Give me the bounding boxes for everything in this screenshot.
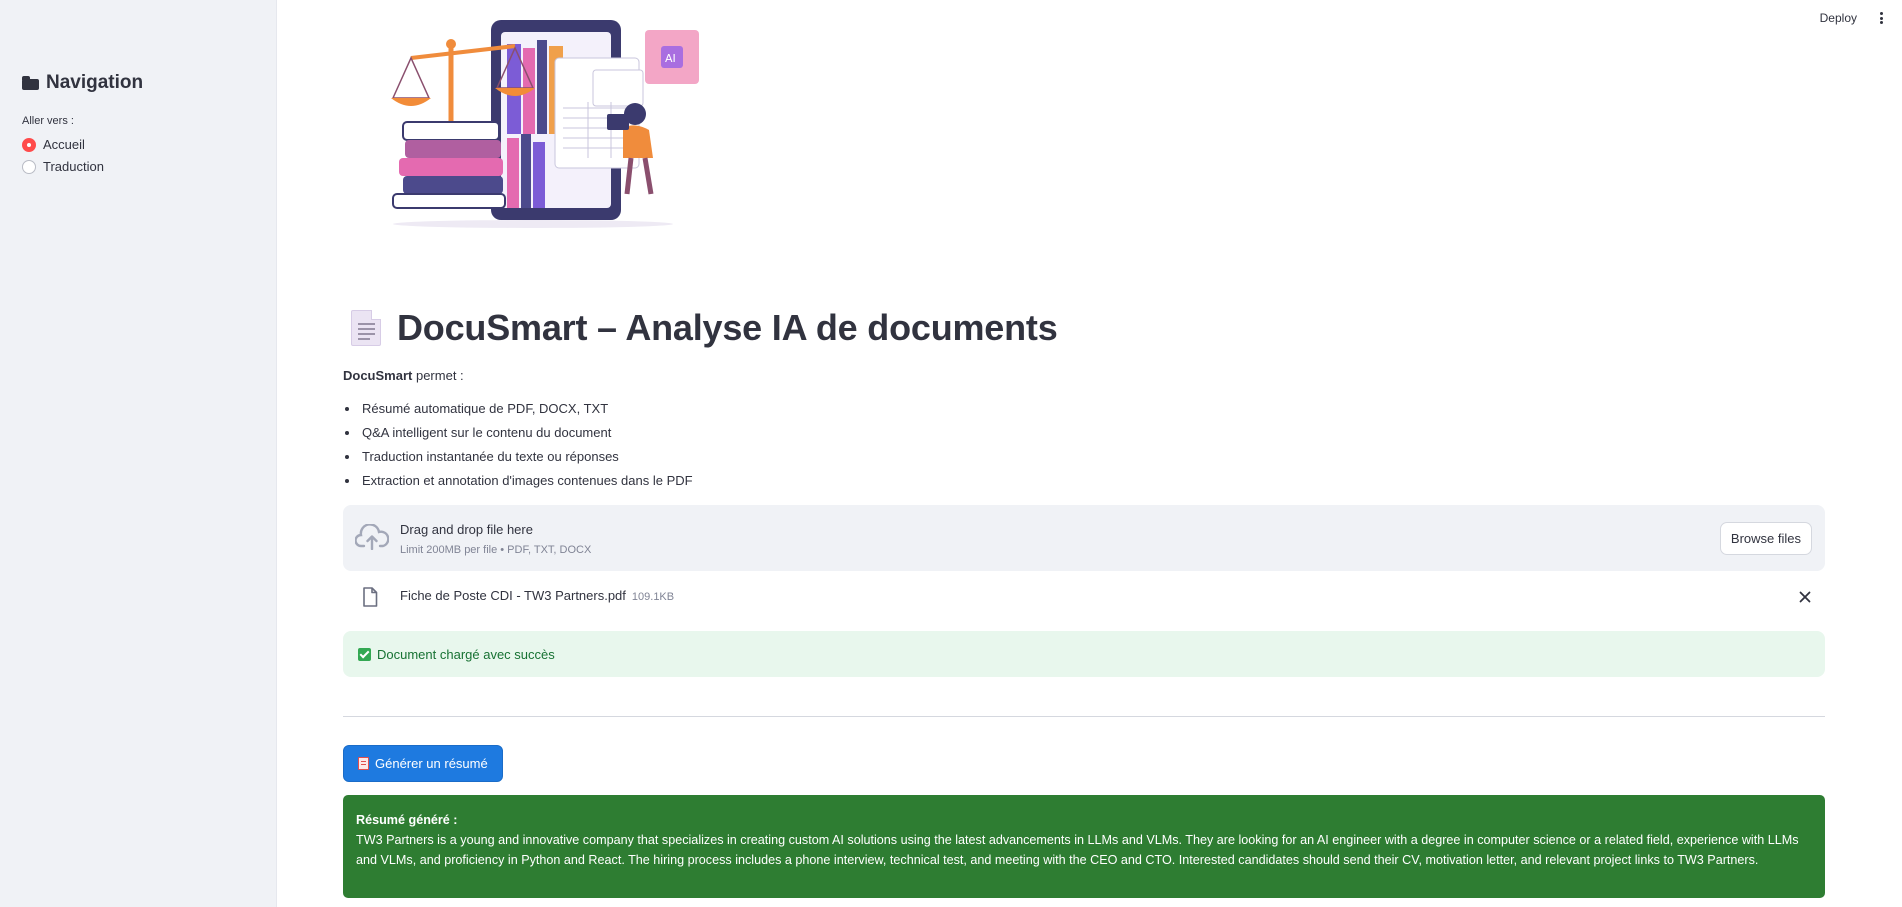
- folder-icon: [22, 76, 40, 90]
- intro-rest: permet :: [412, 368, 464, 383]
- uploaded-file-row: Fiche de Poste CDI - TW3 Partners.pdf 109…: [343, 580, 1825, 616]
- dropzone-text: Drag and drop file here: [400, 522, 533, 537]
- summary-box: Résumé généré : TW3 Partners is a young …: [343, 795, 1825, 898]
- radio-accueil-label: Accueil: [43, 137, 85, 152]
- radio-unselected-icon[interactable]: [22, 159, 36, 174]
- sidebar-title: Navigation: [22, 72, 143, 94]
- success-alert: Document chargé avec succès: [343, 631, 1825, 677]
- intro-text: DocuSmart permet :: [343, 368, 464, 383]
- list-item: Traduction instantanée du texte ou répon…: [343, 448, 693, 472]
- document-icon: [351, 310, 381, 346]
- svg-text:AI: AI: [665, 52, 676, 65]
- generate-summary-button[interactable]: Générer un résumé: [343, 745, 503, 782]
- list-item: Q&A intelligent sur le contenu du docume…: [343, 424, 693, 448]
- divider: [343, 716, 1825, 717]
- kebab-menu-icon[interactable]: [1876, 10, 1886, 26]
- radio-traduction-label: Traduction: [43, 159, 104, 174]
- feature-list: Résumé automatique de PDF, DOCX, TXT Q&A…: [343, 400, 693, 496]
- main-content: AI DocuSmart – Analyse IA de documents D…: [343, 0, 1828, 907]
- list-item: Extraction et annotation d'images conten…: [343, 472, 693, 496]
- check-box-icon: [358, 647, 371, 661]
- success-text: Document chargé avec succès: [377, 646, 555, 662]
- dropzone-limits: Limit 200MB per file • PDF, TXT, DOCX: [400, 544, 592, 556]
- file-size: 109.1KB: [631, 591, 675, 603]
- sidebar-title-text: Navigation: [46, 72, 144, 93]
- file-name-text: Fiche de Poste CDI - TW3 Partners.pdf: [400, 588, 626, 603]
- file-name: Fiche de Poste CDI - TW3 Partners.pdf 109…: [400, 588, 674, 603]
- radio-group-label: Aller vers :: [22, 115, 74, 127]
- browse-files-button[interactable]: Browse files: [1719, 522, 1812, 555]
- page-title-row: DocuSmart – Analyse IA de documents: [351, 307, 1058, 349]
- summary-text: TW3 Partners is a young and innovative c…: [356, 833, 1799, 867]
- radio-traduction[interactable]: Traduction: [22, 159, 104, 174]
- close-icon[interactable]: [1799, 591, 1811, 603]
- list-item: Résumé automatique de PDF, DOCX, TXT: [343, 400, 693, 424]
- file-icon: [363, 587, 378, 607]
- generate-summary-label: Générer un résumé: [375, 756, 488, 771]
- sidebar: Navigation Aller vers : Accueil Traducti…: [0, 0, 277, 907]
- page-title: DocuSmart – Analyse IA de documents: [397, 307, 1058, 348]
- summary-heading: Résumé généré :: [356, 813, 458, 827]
- legal-ai-illustration: AI: [391, 20, 699, 228]
- file-dropzone[interactable]: Drag and drop file here Limit 200MB per …: [343, 505, 1825, 571]
- radio-accueil[interactable]: Accueil: [22, 137, 85, 152]
- cloud-upload-icon: [355, 524, 389, 550]
- radio-selected-icon[interactable]: [22, 137, 36, 152]
- memo-icon: [358, 757, 369, 770]
- intro-bold: DocuSmart: [343, 368, 413, 383]
